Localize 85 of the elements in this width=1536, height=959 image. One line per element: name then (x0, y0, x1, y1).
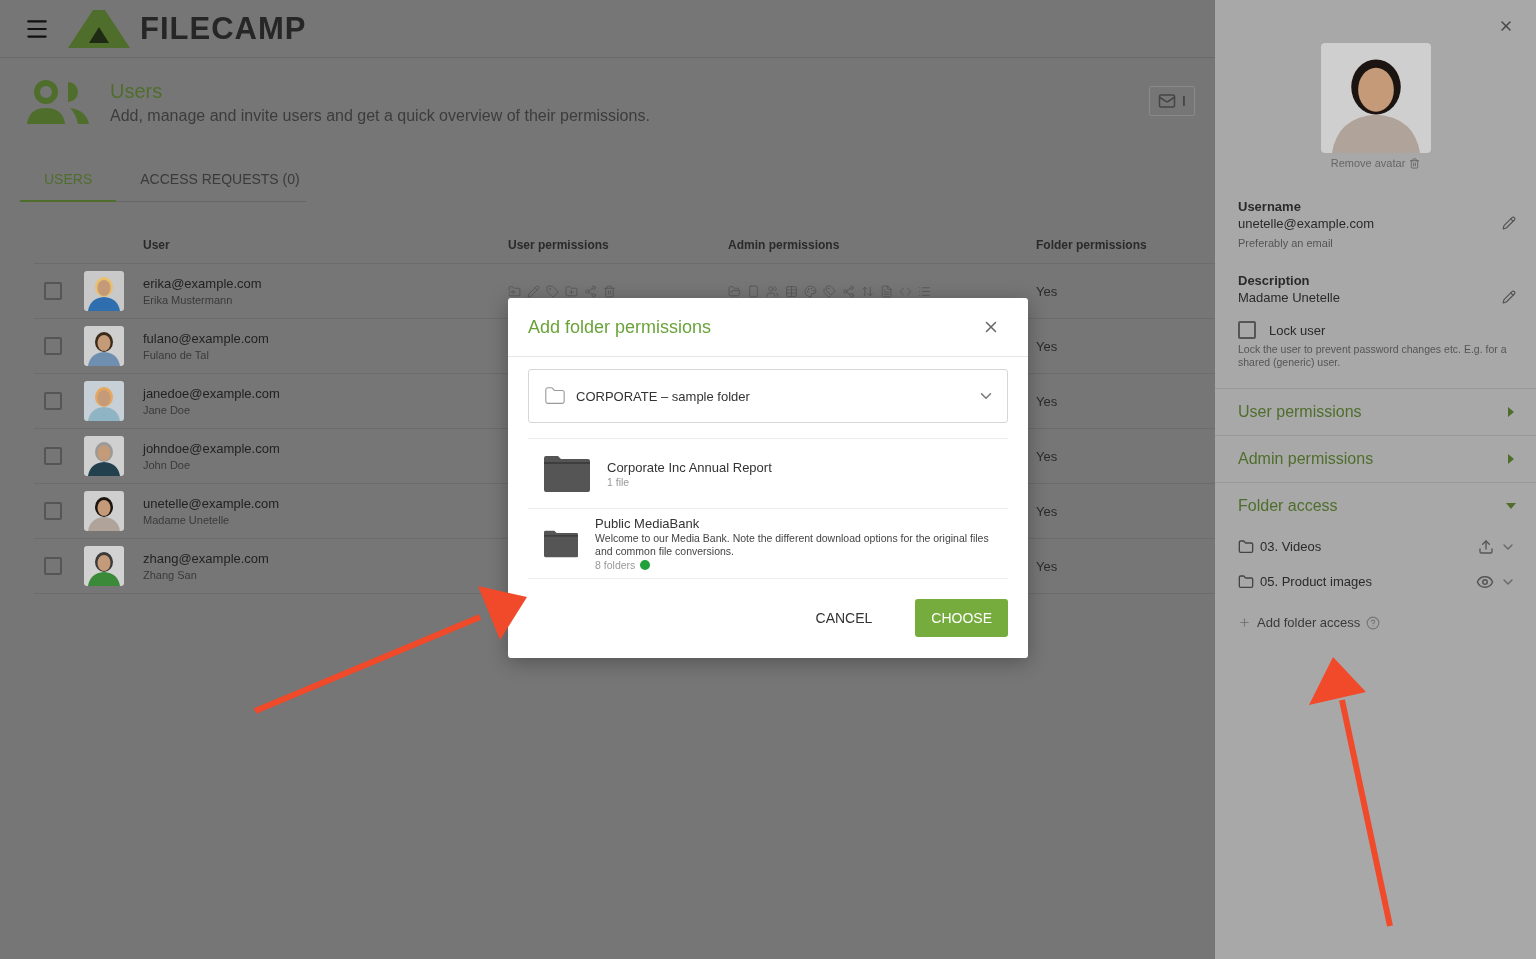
folder-icon (544, 455, 590, 492)
share-icon (842, 284, 855, 298)
folder-name: 05. Product images (1260, 574, 1373, 590)
page-subtitle: Add, manage and invite users and get a quick overview of their permissions. (110, 107, 651, 125)
folder-input-icon (508, 284, 521, 298)
user-name: Zhang San (143, 569, 198, 581)
user-email: janedoe@example.com (143, 386, 281, 401)
checkbox[interactable] (44, 502, 62, 520)
lock-hint: Lock the user to prevent password changes etc. E.g. for a shared (generic) user. (1238, 343, 1508, 369)
table-cell-text: Yes (1036, 283, 1059, 299)
user-email: fulano@example.com (143, 331, 270, 346)
user-email: zhang@example.com (143, 551, 270, 566)
field-label: Username (1238, 199, 1302, 214)
cancel-button[interactable]: CANCEL (799, 599, 889, 637)
checkbox[interactable] (44, 557, 62, 575)
user-email: erika@example.com (143, 276, 263, 291)
folder-plus-icon (565, 284, 578, 298)
folder-select[interactable]: CORPORATE – sample folder (528, 369, 1008, 423)
folder-name: 03. Videos (1260, 539, 1323, 555)
trash-icon (1409, 157, 1421, 169)
checkbox[interactable] (44, 392, 62, 410)
logo-text: FILECAMP (140, 10, 307, 47)
folder-icon (1238, 538, 1254, 555)
user-email: unetelle@example.com (143, 496, 281, 511)
users-icon (26, 80, 90, 124)
field-hint: Preferably an email (1238, 237, 1334, 249)
accordion-header[interactable]: Folder access (1238, 483, 1516, 530)
checkbox[interactable] (44, 337, 62, 355)
sort-icon (861, 284, 874, 298)
tags-icon (823, 284, 836, 298)
dialog-title: Add folder permissions (528, 316, 712, 338)
plus-icon (1238, 616, 1251, 630)
phone-icon (747, 284, 760, 298)
upload-icon[interactable] (1478, 538, 1494, 555)
user-name: Erika Mustermann (143, 294, 234, 306)
help-icon[interactable] (1366, 615, 1381, 630)
checkbox[interactable] (44, 282, 62, 300)
mail-icon (1158, 92, 1177, 110)
accordion-header[interactable]: Admin permissions (1238, 436, 1516, 483)
trash-icon (603, 284, 616, 298)
folder-name: Public MediaBank (595, 516, 701, 532)
table-cell-text: Yes (1036, 558, 1059, 574)
folder-list-item[interactable]: Corporate Inc Annual Report 1 file (528, 439, 1008, 509)
page-title: Users (110, 80, 164, 103)
folder-icon (728, 284, 741, 298)
table-cell-text: Yes (1036, 503, 1059, 519)
accordion-header[interactable]: User permissions (1238, 389, 1516, 436)
pencil-icon (527, 284, 540, 298)
table-cell-text: Yes (1036, 393, 1059, 409)
field-label: Description (1238, 273, 1311, 288)
logo-icon (68, 9, 130, 48)
choose-button[interactable]: CHOOSE (915, 599, 1008, 637)
checkbox-label: Lock user (1269, 322, 1326, 338)
folder-icon (544, 385, 566, 407)
checkbox[interactable] (44, 447, 62, 465)
column-header: Admin permissions (728, 237, 841, 252)
folder-description: Welcome to our Media Bank. Note the different download options for the original files and common file conversions. (595, 532, 990, 558)
column-header: Folder permissions (1036, 237, 1148, 252)
palette-icon (804, 284, 817, 298)
field-value: unetelle@example.com (1238, 216, 1376, 231)
add-folder-access-button[interactable]: Add folder access (1238, 615, 1381, 631)
tag-icon (546, 284, 559, 298)
users-icon (766, 284, 779, 298)
user-name: Jane Doe (143, 404, 192, 416)
folder-name: Corporate Inc Annual Report (607, 459, 772, 475)
table-cell-text: Yes (1036, 338, 1059, 354)
table-cell-text: Yes (1036, 448, 1059, 464)
column-header: User (143, 237, 171, 252)
edit-icon[interactable] (1502, 216, 1516, 230)
column-header: User permissions (508, 237, 610, 252)
folder-icon (1238, 573, 1254, 590)
remove-avatar-link[interactable]: Remove avatar (1330, 157, 1421, 169)
document-icon (880, 284, 893, 298)
user-email: johndoe@example.com (143, 441, 281, 456)
edit-icon[interactable] (1502, 290, 1516, 304)
checkbox[interactable] (1238, 321, 1256, 339)
tab[interactable]: ACCESS REQUESTS (0) (116, 163, 324, 202)
share-icon (584, 284, 597, 298)
folder-list-item[interactable]: Public MediaBank Welcome to our Media Bank. Note the different download options for the original files and common file conversions. 8 folders (528, 509, 1008, 579)
folder-meta: 1 file (607, 475, 630, 488)
user-name: John Doe (143, 459, 192, 471)
table-icon (785, 284, 798, 298)
user-name: Madame Unetelle (143, 514, 231, 526)
field-value: Madame Unetelle (1238, 290, 1341, 305)
folder-meta: 8 folders (595, 558, 636, 571)
